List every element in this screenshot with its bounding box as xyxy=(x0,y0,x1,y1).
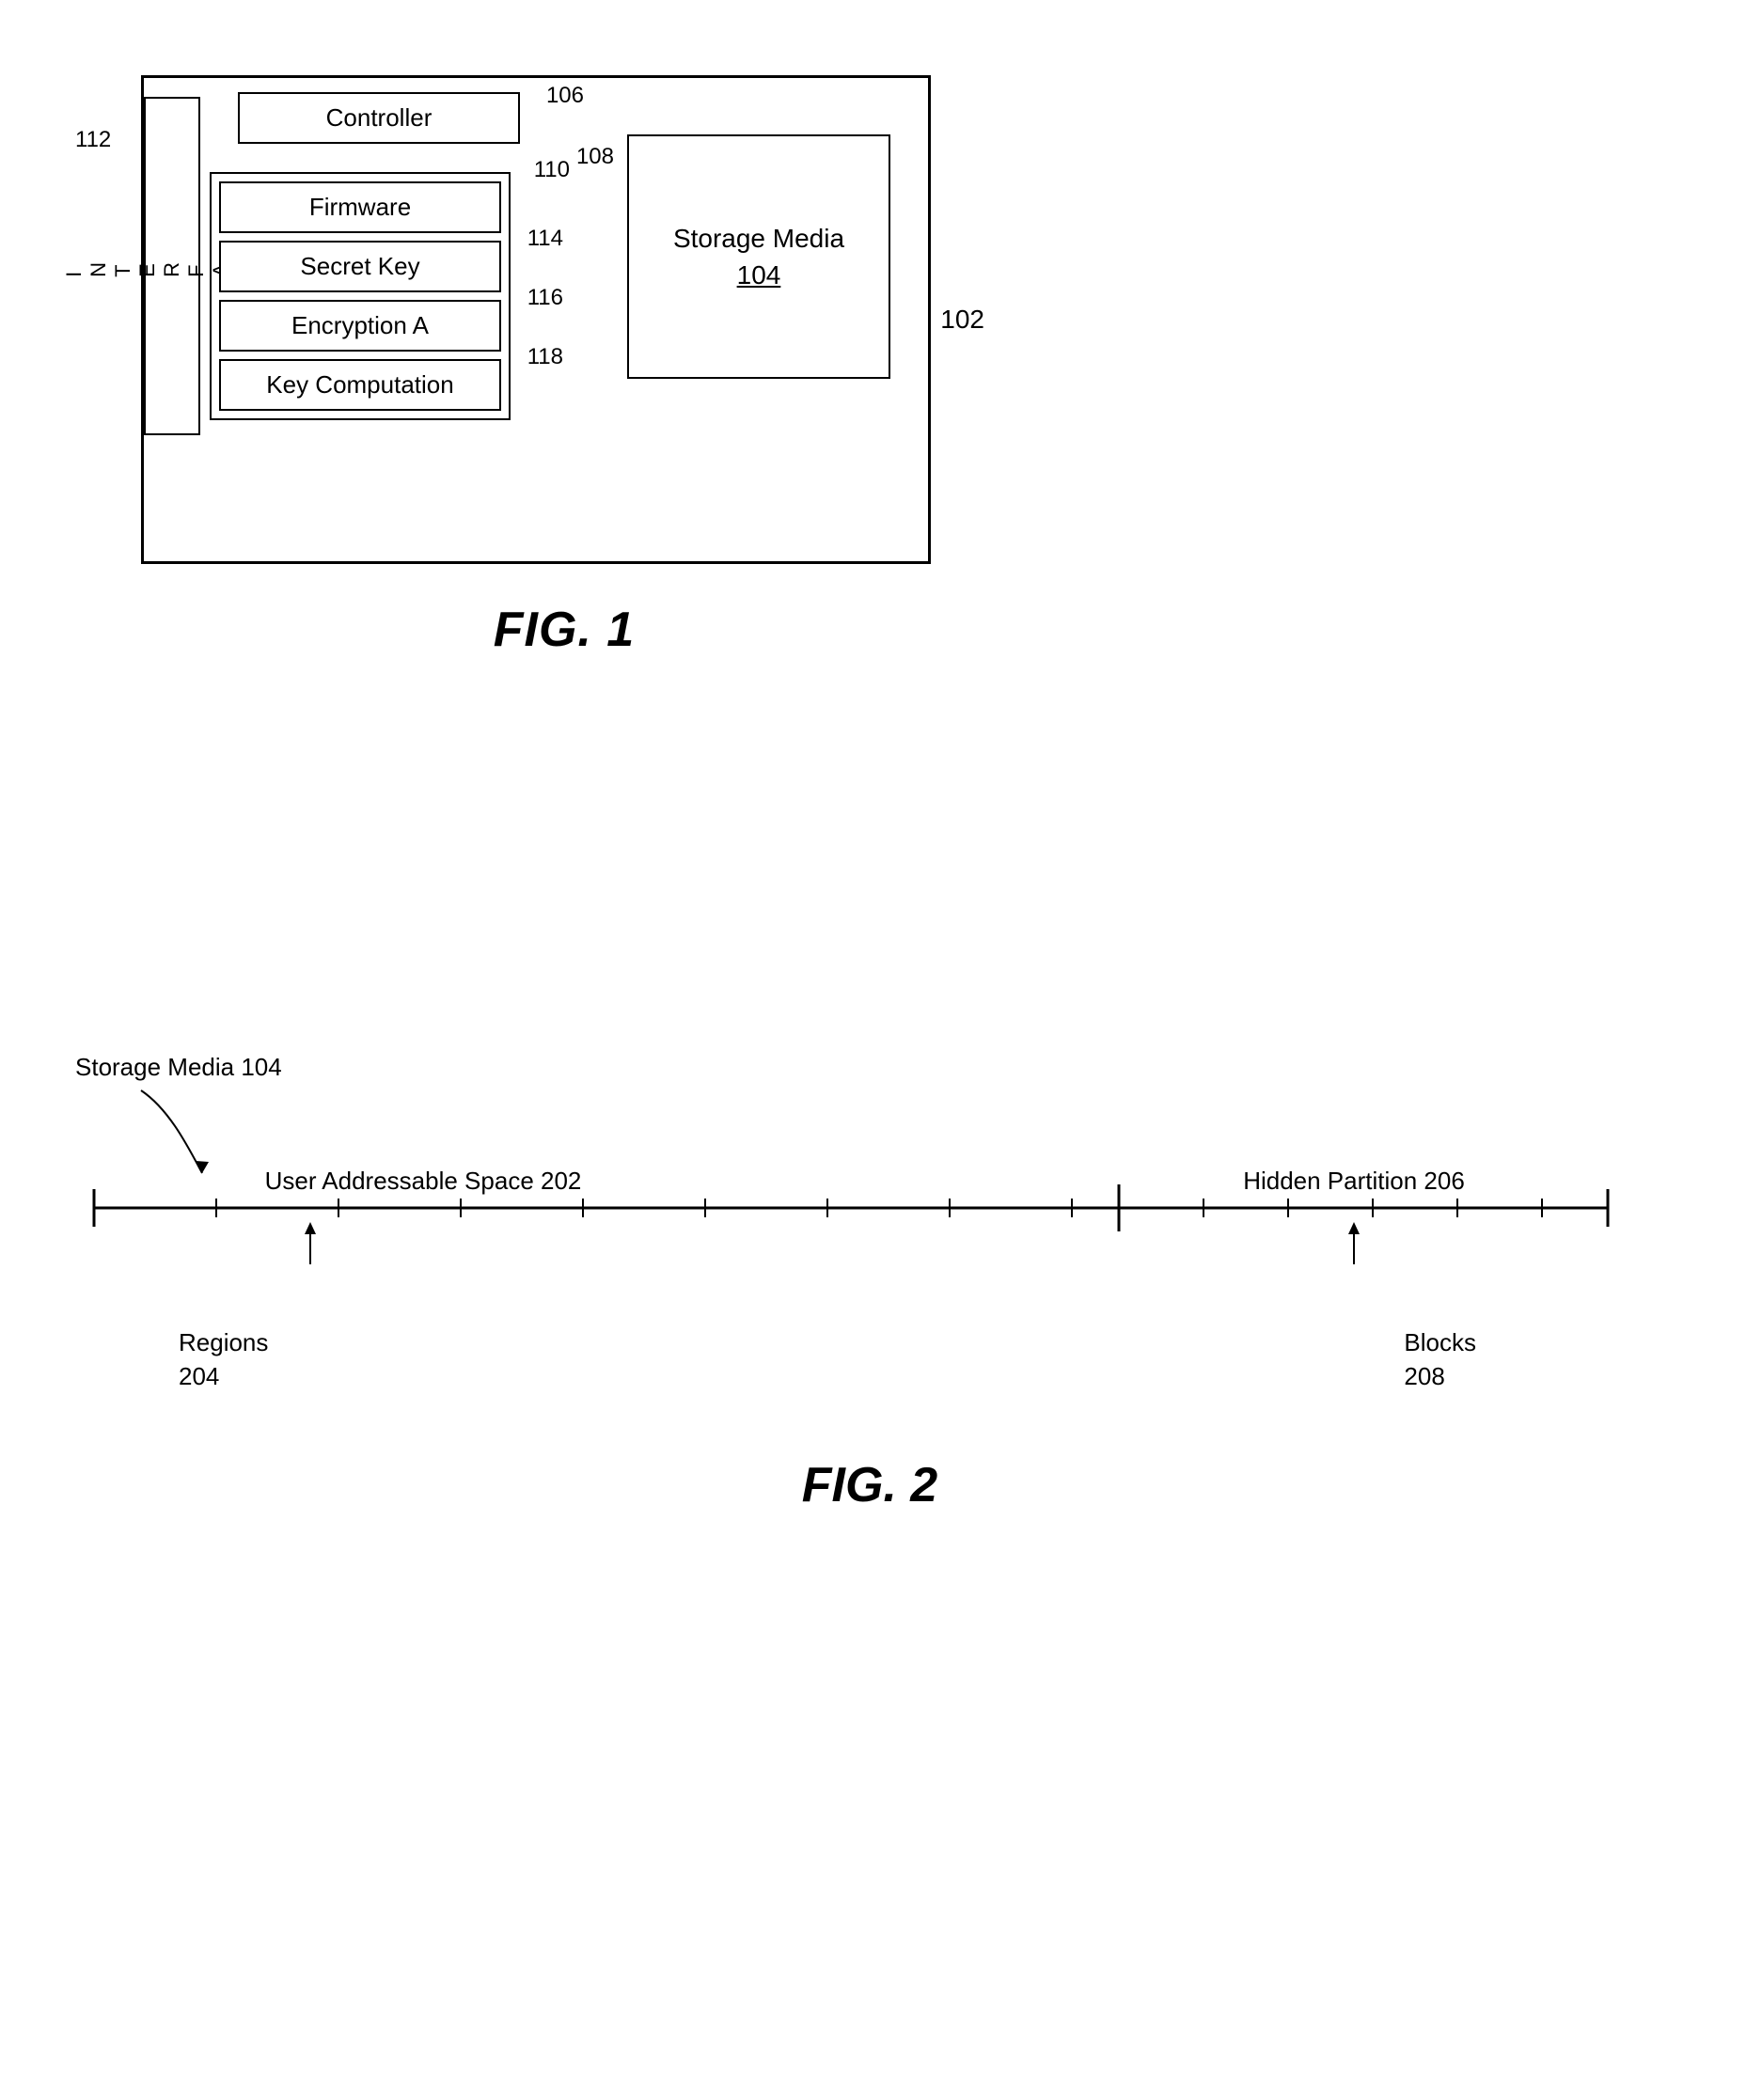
label-112: 112 xyxy=(75,127,111,153)
label-106: 106 xyxy=(546,83,584,109)
firmware-item: Firmware xyxy=(219,181,501,233)
fig1-section: 102 INTERFACE Controller 106 108 xyxy=(141,56,987,658)
label-110: 110 xyxy=(534,157,570,183)
regions-label: Regions 204 xyxy=(179,1325,268,1394)
label-118: 118 xyxy=(527,344,563,370)
page-container: 102 INTERFACE Controller 106 108 xyxy=(0,0,1762,2100)
fig2-title: FIG. 2 xyxy=(47,1457,1692,1513)
secret-key-item: Secret Key 114 xyxy=(219,241,501,292)
timeline-svg: User Addressable Space 202 Hidden Partit… xyxy=(47,1170,1645,1274)
svg-text:Hidden Partition 206: Hidden Partition 206 xyxy=(1243,1170,1465,1195)
controller-label: Controller xyxy=(326,103,433,132)
secret-key-label: Secret Key xyxy=(300,252,419,280)
encryption-label: Encryption A xyxy=(291,311,429,339)
firmware-label: Firmware xyxy=(309,193,411,221)
fig1-title: FIG. 1 xyxy=(141,602,987,658)
key-computation-label: Key Computation xyxy=(266,370,453,399)
encryption-item: Encryption A 116 xyxy=(219,300,501,352)
storage-media-num: 104 xyxy=(737,260,781,290)
label-108: 108 xyxy=(576,144,614,170)
blocks-label: Blocks 208 xyxy=(1404,1325,1476,1394)
controller-box: Controller 106 xyxy=(238,92,520,144)
inner-content: Controller 106 108 110 Firmware xyxy=(210,92,548,420)
interface-box: INTERFACE xyxy=(144,97,200,435)
stack-box: 110 Firmware Secret Key 114 Encryption A… xyxy=(210,172,511,420)
label-116: 116 xyxy=(527,285,563,311)
key-computation-item: Key Computation 118 xyxy=(219,359,501,411)
label-114: 114 xyxy=(527,226,563,252)
storage-media-text: Storage Media 104 xyxy=(673,220,844,293)
fig2-section: Storage Media 104 xyxy=(47,1034,1692,1513)
outer-box-102: 102 INTERFACE Controller 106 108 xyxy=(141,75,931,564)
svg-text:User Addressable Space 202: User Addressable Space 202 xyxy=(265,1170,582,1195)
storage-media-label: Storage Media xyxy=(673,224,844,253)
fig2-diagram: Storage Media 104 xyxy=(47,1034,1692,1335)
label-102: 102 xyxy=(940,305,984,335)
storage-media-box: Storage Media 104 xyxy=(627,134,890,379)
controller-area: Controller 106 108 xyxy=(210,92,548,144)
